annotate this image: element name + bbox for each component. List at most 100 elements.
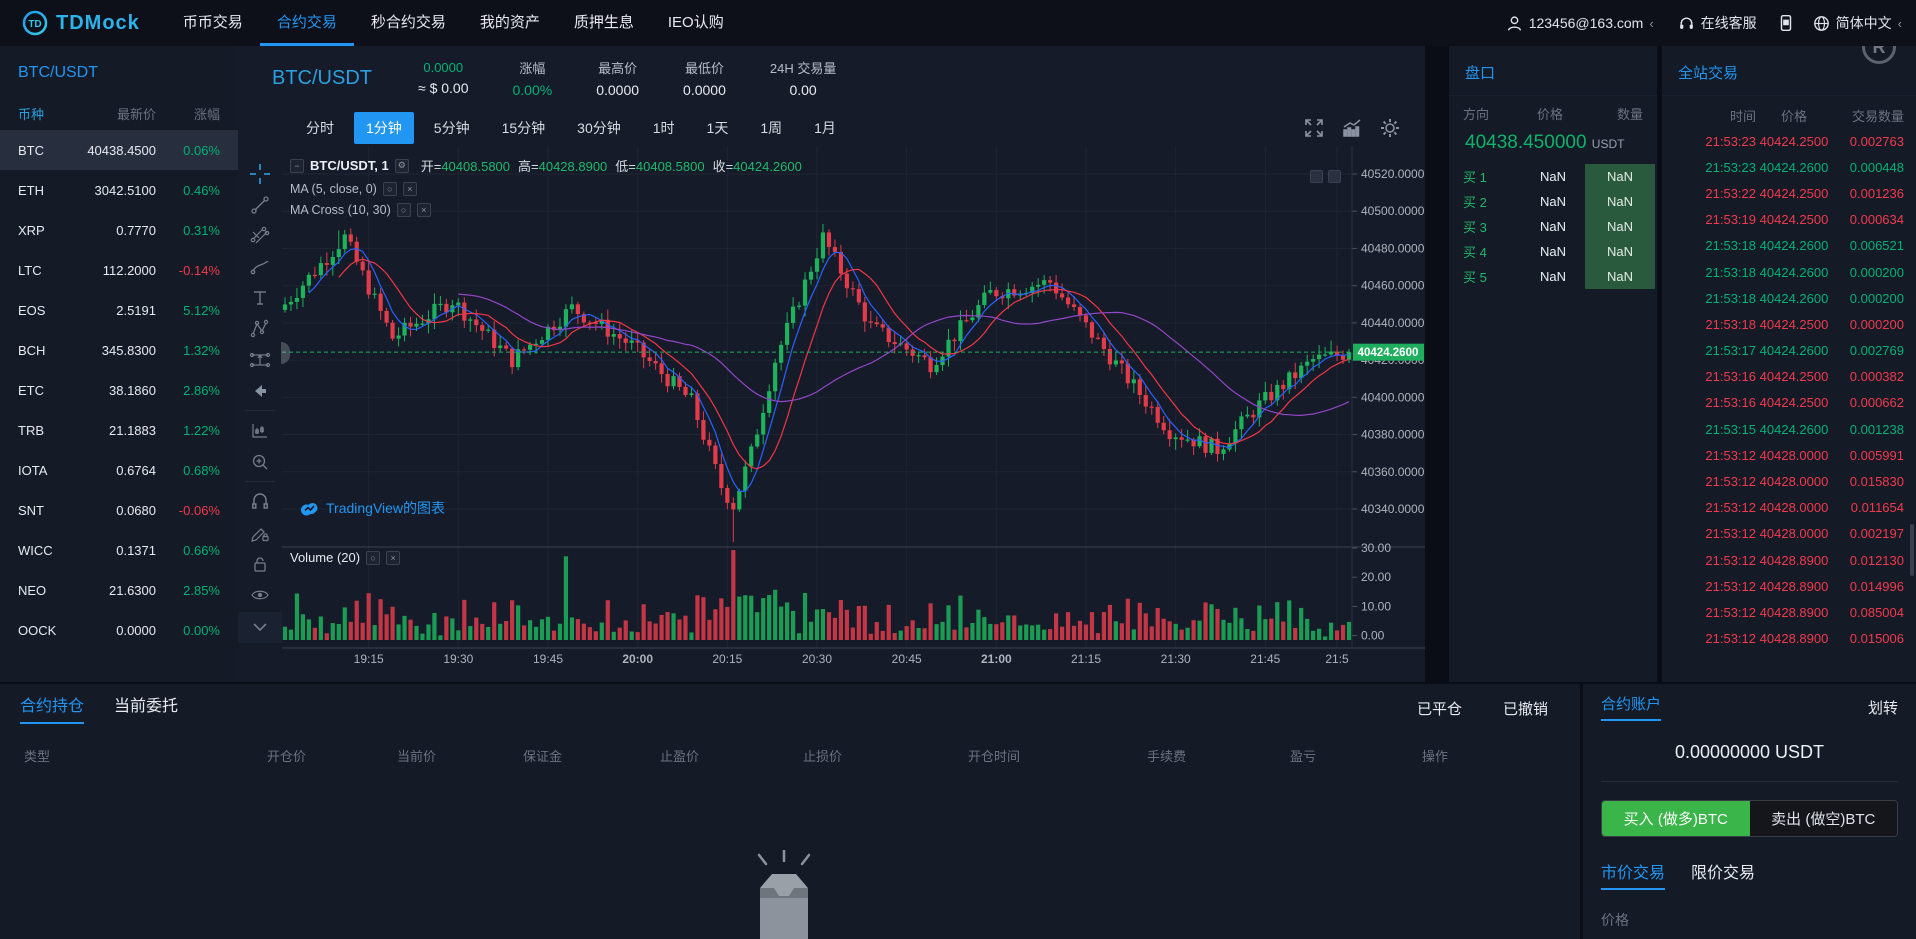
closed-positions-link[interactable]: 已平仓 [1417,698,1462,719]
pitchfork-tool-icon[interactable] [245,220,275,251]
coin-price: 21.1883 [76,423,156,438]
pane-button[interactable] [1310,170,1323,183]
collapse-legend-icon[interactable]: − [290,159,304,173]
scrollbar-thumb[interactable] [1910,524,1914,576]
order-book-row[interactable]: 买 4 NaN NaN [1449,239,1657,264]
market-row[interactable]: ETC 38.1860 2.86% [0,370,238,410]
positions-tab[interactable]: 合约持仓 [20,692,84,724]
ma-cross-hide-icon[interactable]: ○ [397,203,411,217]
brand-logo[interactable]: TD TDMock [0,10,166,36]
crosshair-tool-icon[interactable] [245,158,275,189]
nav-menu-item[interactable]: 质押生息 [557,0,651,46]
trendline-tool-icon[interactable] [245,189,275,220]
user-account-menu[interactable]: 123456@163.com ‹ [1506,15,1654,32]
language-label: 简体中文 [1836,13,1892,33]
market-rows: BTC 40438.4500 0.06% ETH 3042.5100 0.46%… [0,130,238,650]
timeframe-button[interactable]: 1天 [695,112,741,144]
collapse-toolbar-chevron-icon[interactable] [238,612,282,643]
timeframe-button[interactable]: 1周 [748,112,794,144]
app-download[interactable] [1777,14,1795,32]
buy-long-button[interactable]: 买入 (做多)BTC [1602,801,1750,836]
online-support[interactable]: 在线客服 [1678,13,1757,33]
ma-close-icon[interactable]: × [403,182,417,196]
order-type-tab[interactable]: 限价交易 [1691,859,1755,890]
account-title-tab[interactable]: 合约账户 [1601,693,1661,721]
drawing-lock-mode-icon[interactable] [245,517,275,548]
xabcd-pattern-tool-icon[interactable] [245,313,275,344]
nav-menu-item[interactable]: 币币交易 [166,0,260,46]
order-type-tabs: 市价交易 限价交易 [1601,859,1898,890]
svg-text:40520.0000: 40520.0000 [1361,167,1425,181]
pane-button[interactable] [1328,170,1341,183]
market-row[interactable]: EOS 2.5191 5.12% [0,290,238,330]
nav-menu-item[interactable]: 合约交易 [260,0,354,46]
cancelled-orders-link[interactable]: 已撤销 [1503,698,1548,719]
forecast-tool-icon[interactable] [245,344,275,375]
volume-close-icon[interactable]: × [386,551,400,565]
fullscreen-icon[interactable] [1303,117,1325,139]
svg-text:30.00: 30.00 [1361,541,1391,555]
order-book-row[interactable]: 买 2 NaN NaN [1449,189,1657,214]
timeframe-button[interactable]: 1分钟 [354,112,414,144]
ma-hide-icon[interactable]: ○ [383,182,397,196]
market-row[interactable]: BCH 345.8300 1.32% [0,330,238,370]
ohlc-label: 收= [713,159,734,174]
market-row[interactable]: LTC 112.2000 -0.14% [0,250,238,290]
bar-pattern-tool-icon[interactable] [245,415,275,446]
nav-menu-item[interactable]: 我的资产 [463,0,557,46]
svg-text:20:15: 20:15 [712,652,742,666]
timeframe-button[interactable]: 1时 [641,112,687,144]
market-row[interactable]: NEO 21.6300 2.85% [0,570,238,610]
tradingview-attribution[interactable]: TradingView的图表 [300,498,445,518]
nav-menu-item[interactable]: IEO认购 [651,0,741,46]
order-book-row[interactable]: 买 1 NaN NaN [1449,164,1657,189]
order-book-row[interactable]: 买 3 NaN NaN [1449,214,1657,239]
timeframe-button[interactable]: 15分钟 [490,112,558,144]
lock-all-icon[interactable] [245,548,275,579]
ohlc-label: 低= [615,159,636,174]
trade-time: 21:53:12 [1678,526,1756,541]
divider [1449,95,1657,96]
timeframe-button[interactable]: 1月 [802,112,848,144]
market-row[interactable]: OOCK 0.0000 0.00% [0,610,238,650]
magnet-tool-icon[interactable] [245,486,275,517]
coin-symbol: IOTA [18,463,76,478]
market-row[interactable]: BTC 40438.4500 0.06% [0,130,238,170]
nav-menu-item[interactable]: 秒合约交易 [354,0,463,46]
text-tool-icon[interactable] [245,282,275,313]
trade-price: 40424.2600 [1756,343,1832,358]
market-row[interactable]: IOTA 0.6764 0.68% [0,450,238,490]
user-icon [1506,15,1523,32]
volume-hide-icon[interactable]: ○ [366,551,380,565]
order-type-tab[interactable]: 市价交易 [1601,859,1665,890]
trade-price: 40424.2500 [1756,395,1832,410]
timeframe-button[interactable]: 30分钟 [565,112,633,144]
zoom-in-icon[interactable] [245,446,275,477]
candlestick-chart[interactable]: 40520.000040500.000040480.000040460.0000… [282,146,1425,682]
timeframe-button[interactable]: 分时 [294,112,346,144]
market-row[interactable]: ETH 3042.5100 0.46% [0,170,238,210]
series-settings-gear-icon[interactable]: ⚙ [395,159,409,173]
hide-drawings-eye-icon[interactable] [245,579,275,610]
market-row[interactable]: XRP 0.7770 0.31% [0,210,238,250]
sell-short-button[interactable]: 卖出 (做空)BTC [1750,801,1898,836]
market-row[interactable]: SNT 0.0680 -0.06% [0,490,238,530]
positions-tab[interactable]: 当前委托 [114,692,178,724]
market-row[interactable]: TRB 21.1883 1.22% [0,410,238,450]
svg-text:21:5: 21:5 [1325,652,1349,666]
market-row[interactable]: WICC 0.1371 0.66% [0,530,238,570]
chart-settings-gear-icon[interactable] [1379,117,1401,139]
transfer-link[interactable]: 划转 [1868,697,1898,718]
timeframe-button[interactable]: 5分钟 [422,112,482,144]
timeframe-buttons: 分时 1分钟 5分钟 15分钟 30分钟 1时 1天 1周 1月 [294,112,856,144]
back-arrow-icon[interactable] [245,375,275,406]
toolbar-divider [245,481,275,482]
ma-cross-close-icon[interactable]: × [417,203,431,217]
language-selector[interactable]: 简体中文 ‹ [1813,13,1902,33]
indicator-icon[interactable] [1341,117,1363,139]
brush-tool-icon[interactable] [245,251,275,282]
col-amount: 交易数量 [1832,106,1904,125]
order-book-row[interactable]: 买 5 NaN NaN [1449,264,1657,289]
trade-row: 21:53:12 40428.8900 0.012130 [1662,547,1916,573]
chart-plot-area[interactable]: 40520.000040500.000040480.000040460.0000… [282,146,1425,682]
